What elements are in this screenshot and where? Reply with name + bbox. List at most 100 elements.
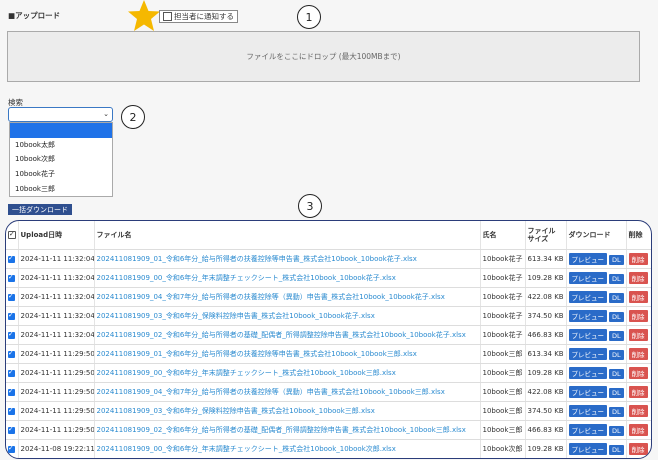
preview-button[interactable]: プレビュー (568, 291, 607, 303)
row-checkbox[interactable] (8, 330, 15, 339)
row-checkbox[interactable] (8, 349, 15, 358)
preview-button[interactable]: プレビュー (568, 253, 607, 265)
row-checkbox[interactable] (8, 406, 15, 415)
dl-button[interactable]: DL (609, 331, 624, 341)
preview-button[interactable]: プレビュー (568, 329, 607, 341)
table-row: 2024-11-11 11:32:04202411081909_02_令和6年分… (6, 325, 651, 345)
filename-link[interactable]: 202411081909_03_令和6年分_保険料控除申告書_株式会社10boo… (94, 306, 481, 326)
table-row: 2024-11-11 11:29:50202411081909_03_令和6年分… (6, 401, 651, 421)
select-all-checkbox[interactable] (8, 230, 16, 239)
row-checkbox-cell[interactable] (6, 363, 19, 383)
delete-button[interactable]: 削除 (628, 310, 648, 322)
bulk-download-button[interactable]: 一括ダウンロード (8, 204, 72, 215)
upload-section-title: ■アップロード (8, 11, 61, 20)
upload-date: 2024-11-11 11:29:50 (18, 363, 95, 383)
filename-link[interactable]: 202411081909_01_令和6年分_給与所得者の扶養控除等申告書_株式会… (94, 249, 481, 269)
row-checkbox[interactable] (8, 425, 15, 434)
notify-checkbox-box[interactable] (163, 12, 172, 21)
row-checkbox[interactable] (8, 444, 15, 453)
dl-button[interactable]: DL (609, 350, 624, 360)
row-checkbox-cell[interactable] (6, 306, 19, 326)
filename-link[interactable]: 202411081909_00_令和6年分_年末調整チェックシート_株式会社10… (94, 439, 481, 458)
row-checkbox-cell[interactable] (6, 249, 19, 269)
row-checkbox-cell[interactable] (6, 268, 19, 288)
owner-name: 10book花子 (480, 287, 526, 307)
filename-link[interactable]: 202411081909_02_令和6年分_給与所得者の基礎_配偶者_所得調整控… (94, 325, 481, 345)
select-all-header[interactable] (6, 221, 19, 250)
row-checkbox[interactable] (8, 254, 15, 263)
dl-button[interactable]: DL (609, 293, 624, 303)
dl-button[interactable]: DL (609, 407, 624, 417)
row-checkbox-cell[interactable] (6, 344, 19, 364)
dropdown-option[interactable]: 10book花子 (10, 167, 112, 182)
delete-button[interactable]: 削除 (628, 272, 648, 284)
row-checkbox-cell[interactable] (6, 382, 19, 402)
file-size: 422.08 KB (525, 382, 567, 402)
row-checkbox[interactable] (8, 273, 15, 282)
preview-button[interactable]: プレビュー (568, 424, 607, 436)
filename-link[interactable]: 202411081909_00_令和6年分_年末調整チェックシート_株式会社10… (94, 363, 481, 383)
delete-cell: 削除 (626, 268, 651, 288)
owner-name: 10book三郎 (480, 420, 526, 440)
dropzone-text: ファイルをここにドロップ (最大100MBまで) (246, 52, 401, 61)
dropdown-option[interactable] (10, 123, 112, 138)
delete-button[interactable]: 削除 (628, 253, 648, 265)
preview-button[interactable]: プレビュー (568, 405, 607, 417)
delete-cell: 削除 (626, 287, 651, 307)
dropdown-option[interactable]: 10book太郎 (10, 138, 112, 153)
filename-link[interactable]: 202411081909_02_令和6年分_給与所得者の基礎_配偶者_所得調整控… (94, 420, 481, 440)
delete-button[interactable]: 削除 (628, 291, 648, 303)
table-body: 2024-11-11 11:32:04202411081909_01_令和6年分… (6, 249, 651, 458)
filename-link[interactable]: 202411081909_00_令和6年分_年末調整チェックシート_株式会社10… (94, 268, 481, 288)
delete-button[interactable]: 削除 (628, 329, 648, 341)
preview-button[interactable]: プレビュー (568, 272, 607, 284)
preview-button[interactable]: プレビュー (568, 443, 607, 455)
delete-cell: 削除 (626, 439, 651, 458)
delete-button[interactable]: 削除 (628, 367, 648, 379)
download-cell: プレビュー DL (566, 325, 627, 345)
file-size: 109.28 KB (525, 268, 567, 288)
delete-cell: 削除 (626, 420, 651, 440)
dl-button[interactable]: DL (609, 274, 624, 284)
dropdown-option[interactable]: 10book三郎 (10, 181, 112, 196)
preview-button[interactable]: プレビュー (568, 348, 607, 360)
notify-checkbox-label: 担当者に通知する (174, 12, 234, 21)
delete-button[interactable]: 削除 (628, 386, 648, 398)
row-checkbox-cell[interactable] (6, 420, 19, 440)
row-checkbox[interactable] (8, 311, 15, 320)
delete-button[interactable]: 削除 (628, 424, 648, 436)
row-checkbox-cell[interactable] (6, 401, 19, 421)
file-dropzone[interactable]: ファイルをここにドロップ (最大100MBまで) (7, 31, 640, 82)
row-checkbox-cell[interactable] (6, 325, 19, 345)
header-upload-date: Upload日時 (18, 221, 95, 250)
dl-button[interactable]: DL (609, 255, 624, 265)
delete-button[interactable]: 削除 (628, 405, 648, 417)
dl-button[interactable]: DL (609, 388, 624, 398)
dl-button[interactable]: DL (609, 445, 624, 455)
notify-checkbox[interactable]: 担当者に通知する (159, 10, 238, 23)
dl-button[interactable]: DL (609, 369, 624, 379)
search-select[interactable]: ⌄ (8, 107, 113, 122)
row-checkbox-cell[interactable] (6, 439, 19, 458)
preview-button[interactable]: プレビュー (568, 367, 607, 379)
delete-button[interactable]: 削除 (628, 443, 648, 455)
star-icon (128, 0, 160, 31)
filename-link[interactable]: 202411081909_04_令和7年分_給与所得者の扶養控除等（異動）申告書… (94, 382, 481, 402)
row-checkbox[interactable] (8, 292, 15, 301)
file-table: Upload日時 ファイル名 氏名 ファイル サイズ ダウンロード 削除 202… (6, 221, 651, 458)
dl-button[interactable]: DL (609, 426, 624, 436)
filename-link[interactable]: 202411081909_03_令和6年分_保険料控除申告書_株式会社10boo… (94, 401, 481, 421)
download-cell: プレビュー DL (566, 268, 627, 288)
filename-link[interactable]: 202411081909_01_令和6年分_給与所得者の扶養控除等申告書_株式会… (94, 344, 481, 364)
dl-button[interactable]: DL (609, 312, 624, 322)
file-size: 466.83 KB (525, 420, 567, 440)
preview-button[interactable]: プレビュー (568, 310, 607, 322)
filename-link[interactable]: 202411081909_04_令和7年分_給与所得者の扶養控除等（異動）申告書… (94, 287, 481, 307)
row-checkbox[interactable] (8, 387, 15, 396)
download-cell: プレビュー DL (566, 420, 627, 440)
row-checkbox-cell[interactable] (6, 287, 19, 307)
preview-button[interactable]: プレビュー (568, 386, 607, 398)
delete-button[interactable]: 削除 (628, 348, 648, 360)
dropdown-option[interactable]: 10book次郎 (10, 152, 112, 167)
row-checkbox[interactable] (8, 368, 15, 377)
